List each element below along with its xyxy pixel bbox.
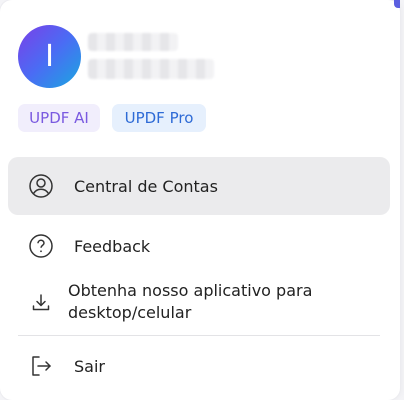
avatar[interactable]: I: [18, 25, 81, 88]
account-center-label: Central de Contas: [74, 176, 218, 196]
menu-item-logout[interactable]: Sair: [8, 345, 390, 387]
menu-item-account-center[interactable]: Central de Contas: [8, 157, 390, 215]
menu-divider: [18, 335, 380, 336]
updf-pro-label: UPDF Pro: [124, 109, 194, 127]
updf-ai-label: UPDF AI: [29, 109, 89, 127]
feedback-label: Feedback: [74, 236, 151, 256]
menu-item-get-app[interactable]: Obtenha nosso aplicativo para desktop/ce…: [8, 280, 390, 330]
logout-label: Sair: [74, 356, 105, 376]
account-dropdown-panel: I UPDF AI UPDF Pro Central de Contas Fee…: [0, 0, 400, 400]
logout-icon: [28, 353, 54, 379]
updf-pro-badge[interactable]: UPDF Pro: [112, 104, 206, 132]
user-name-redacted: [88, 33, 178, 51]
get-app-label-line2: desktop/celular: [68, 303, 192, 322]
get-app-label: Obtenha nosso aplicativo para desktop/ce…: [68, 280, 312, 324]
updf-ai-badge[interactable]: UPDF AI: [18, 104, 100, 132]
user-email-redacted: [88, 59, 214, 79]
get-app-label-line1: Obtenha nosso aplicativo para: [68, 281, 313, 300]
help-circle-icon: [28, 233, 54, 259]
user-circle-icon: [28, 173, 54, 199]
menu-item-feedback[interactable]: Feedback: [8, 225, 390, 267]
download-icon: [28, 290, 54, 316]
avatar-initial: I: [45, 39, 54, 74]
corner-accent: [394, 0, 400, 8]
